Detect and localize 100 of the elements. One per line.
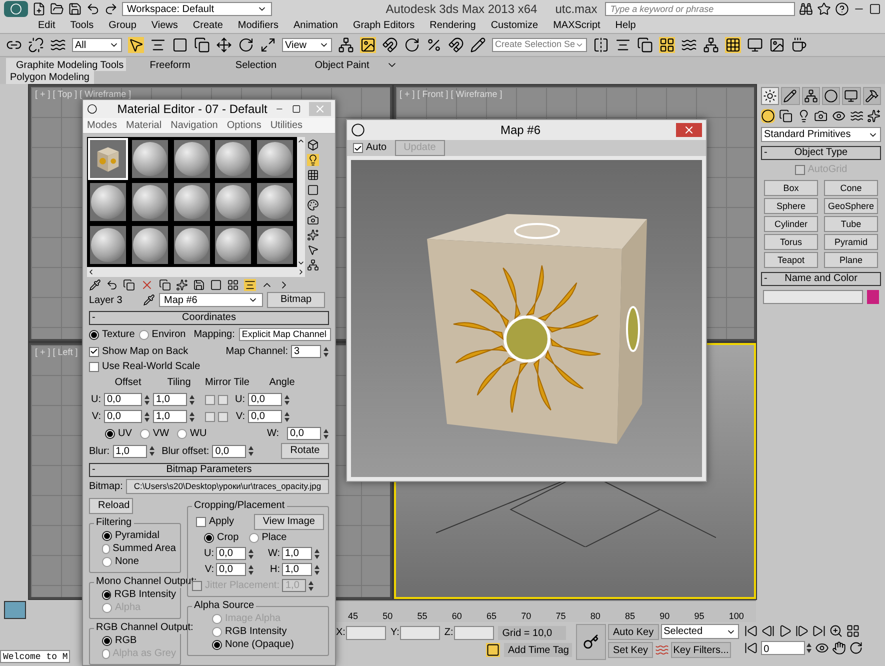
scale-icon[interactable] [260, 37, 276, 53]
spinner-arrows-icon[interactable] [806, 642, 812, 654]
ribbon-panel-tab[interactable]: Polygon Modeling [6, 71, 94, 84]
viewport-layout-icon[interactable] [4, 601, 26, 619]
radio-button[interactable]: RGB Intensity [212, 626, 324, 638]
sample-slot[interactable] [130, 224, 170, 266]
auto-key-button[interactable]: Auto Key [608, 624, 659, 640]
object-color-swatch[interactable] [867, 290, 879, 304]
edit-named-selection-icon[interactable] [470, 37, 486, 53]
navigator-icon[interactable] [307, 259, 319, 271]
radio-button[interactable]: VW [140, 428, 170, 440]
spinner-arrows-icon[interactable] [144, 394, 150, 406]
background-icon[interactable] [307, 169, 319, 181]
checkbox[interactable] [205, 412, 215, 422]
spinner-arrows-icon[interactable] [314, 564, 320, 576]
radio-button[interactable]: Crop [204, 532, 239, 544]
number-field[interactable]: 1,0 [282, 547, 312, 560]
radio-button[interactable]: WU [177, 428, 207, 440]
get-material-icon[interactable] [89, 278, 101, 290]
align-icon[interactable] [615, 37, 631, 53]
orbit-icon[interactable] [848, 641, 863, 655]
scroll-up-icon[interactable] [297, 137, 305, 145]
rollout-header[interactable]: - Name and Color [761, 272, 881, 286]
button[interactable]: Reload [89, 498, 133, 514]
key-filters-button[interactable]: Key Filters... [671, 642, 732, 658]
spinner-arrows-icon[interactable] [323, 428, 329, 440]
space-warps-icon[interactable] [850, 109, 864, 123]
radio-button[interactable]: RGB Intensity [102, 589, 176, 601]
collapse-toggle[interactable]: - [90, 464, 98, 476]
select-by-material-icon[interactable] [307, 244, 319, 256]
new-file-icon[interactable] [32, 2, 46, 16]
menu-item[interactable]: Tools [70, 18, 94, 33]
mirror-icon[interactable] [593, 37, 609, 53]
sample-slot[interactable] [130, 138, 170, 180]
menu-item[interactable]: Material [126, 118, 162, 133]
go-to-start-icon[interactable] [744, 624, 758, 638]
sample-slot[interactable] [172, 181, 212, 223]
menu-item[interactable]: Rendering [430, 18, 476, 33]
sample-slot[interactable] [255, 138, 296, 180]
menu-item[interactable]: Modes [87, 118, 118, 133]
checkbox[interactable] [205, 394, 215, 404]
hierarchy-tab[interactable] [802, 87, 820, 105]
scroll-down-icon[interactable] [297, 259, 305, 267]
spinner-arrows-icon[interactable] [248, 564, 254, 576]
menu-item[interactable]: Modifiers [238, 18, 278, 33]
button[interactable]: Sphere [764, 198, 818, 214]
sample-slot[interactable] [172, 224, 212, 266]
number-field[interactable]: 1,0 [282, 563, 312, 576]
rollout-header[interactable]: - Coordinates [89, 311, 329, 325]
spinner-arrows-icon[interactable] [314, 548, 320, 560]
ribbon-tab[interactable]: Graphite Modeling Tools [6, 58, 126, 71]
checkbox[interactable] [218, 412, 228, 422]
mapping-dropdown[interactable]: Explicit Map Channel [238, 328, 331, 341]
menu-item[interactable]: Views [151, 18, 178, 33]
radio-button[interactable]: Summed Area [102, 543, 176, 555]
coordinate-field[interactable] [454, 626, 494, 640]
number-field[interactable]: 0,0 [104, 410, 142, 423]
rendered-frame-icon[interactable] [769, 37, 785, 53]
number-field[interactable]: 0,0 [216, 547, 246, 560]
sample-slot[interactable] [130, 181, 170, 223]
sample-slot[interactable] [213, 138, 254, 180]
previous-frame-icon[interactable] [760, 624, 775, 638]
selection-filter-dropdown[interactable]: All [72, 38, 122, 52]
open-folder-icon[interactable] [50, 2, 64, 16]
radio-button[interactable]: Place [248, 532, 287, 544]
checkbox[interactable]: Auto [353, 142, 387, 154]
radio-button[interactable]: Environ [138, 328, 186, 340]
button[interactable]: Box [764, 180, 818, 196]
sample-slot[interactable] [255, 224, 296, 266]
number-field[interactable]: 3 [291, 345, 321, 358]
key-mode-toggle-icon[interactable] [744, 641, 758, 655]
menu-item[interactable]: Group [108, 18, 136, 33]
coordinate-field[interactable] [400, 626, 440, 640]
number-field[interactable]: 1,0 [153, 393, 187, 406]
named-selection-dropdown[interactable]: Create Selection Se [492, 38, 587, 52]
render-setup-icon[interactable] [747, 37, 763, 53]
rollout-header[interactable]: - Bitmap Parameters [89, 463, 329, 477]
checkbox[interactable]: Show Map on Back [89, 346, 188, 358]
spinner-arrows-icon[interactable] [284, 410, 290, 422]
material-editor-icon[interactable] [725, 37, 741, 53]
name-field[interactable] [763, 290, 863, 304]
copy-material-icon[interactable] [159, 278, 171, 290]
add-time-tag[interactable]: Add Time Tag [504, 643, 572, 657]
number-field[interactable]: 0,0 [212, 444, 246, 458]
category-dropdown[interactable]: Standard Primitives [761, 127, 881, 142]
shapes-icon[interactable] [779, 109, 793, 123]
set-key-mode-button[interactable]: Set Key [608, 642, 654, 658]
video-color-check-icon[interactable] [307, 199, 319, 211]
systems-icon[interactable] [867, 109, 882, 123]
number-field[interactable]: 0,0 [216, 563, 246, 576]
button[interactable]: GeoSphere [824, 198, 878, 214]
show-end-result-icon[interactable] [244, 278, 256, 290]
helpers-icon[interactable] [832, 109, 846, 123]
restore-icon[interactable] [869, 3, 881, 15]
checkbox[interactable] [218, 394, 228, 404]
button[interactable]: Cylinder [764, 216, 818, 232]
spinner-arrows-icon[interactable] [284, 394, 290, 406]
number-field[interactable]: 0,0 [248, 410, 282, 423]
checkbox[interactable]: Apply [196, 516, 234, 528]
radio-button[interactable]: Texture [89, 328, 135, 340]
